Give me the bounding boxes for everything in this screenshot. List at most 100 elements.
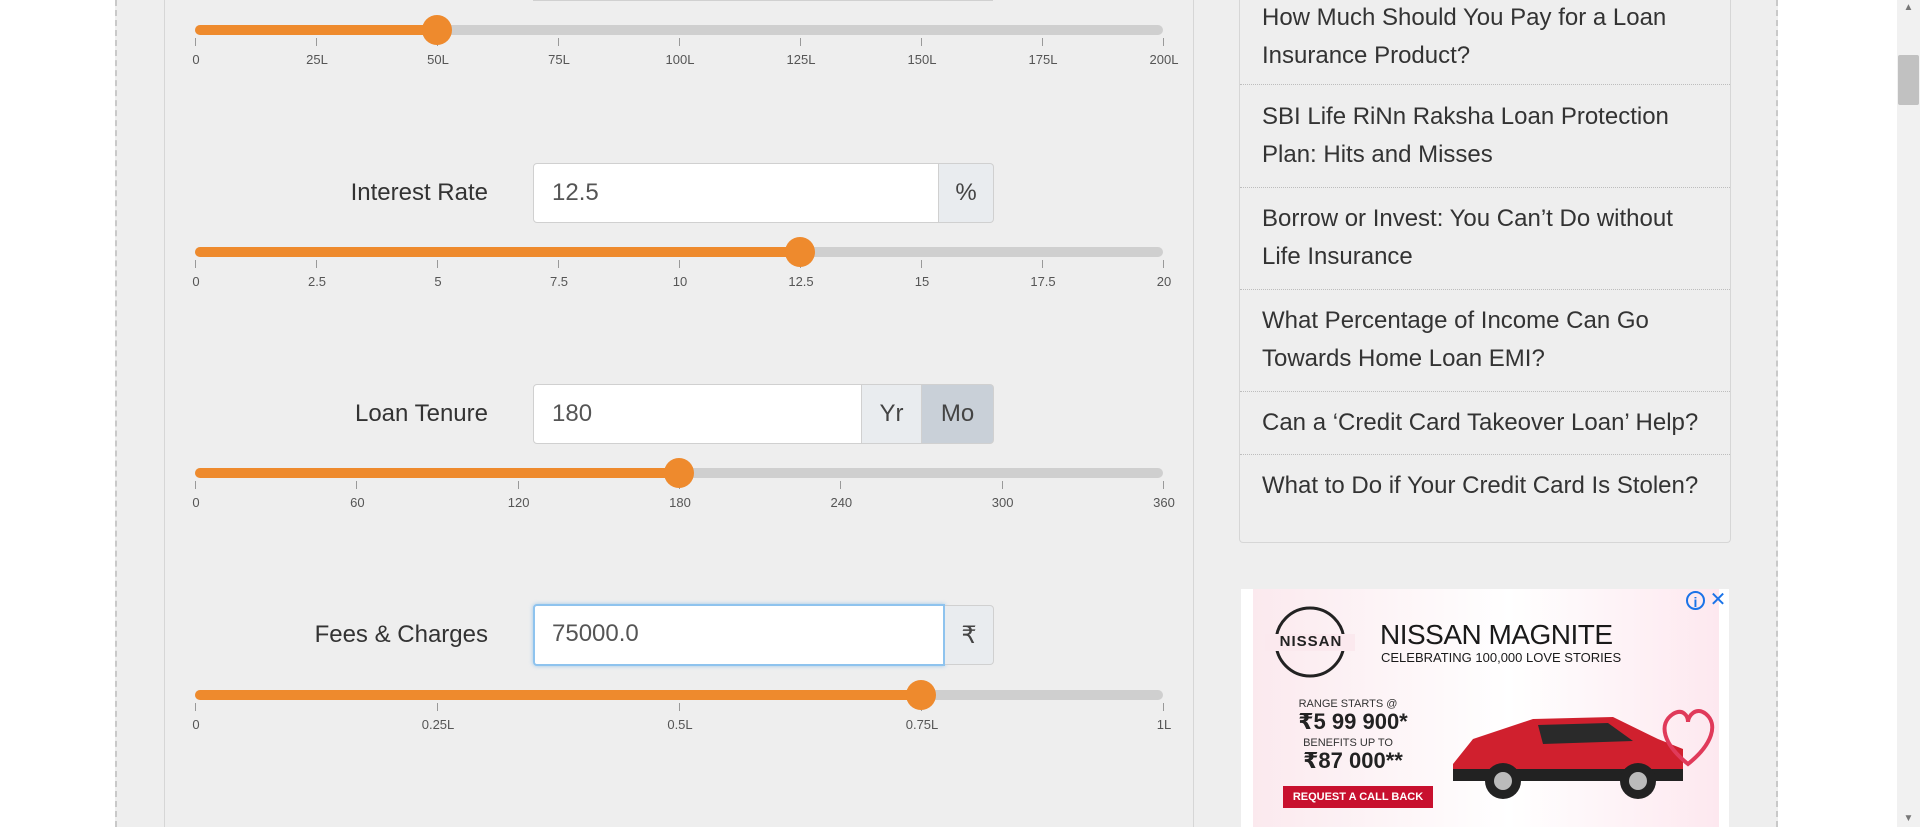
slider-tick-label: 20 [1156, 274, 1172, 289]
ad-price: ₹5 99 900* [1298, 709, 1408, 734]
slider-tick [316, 38, 317, 46]
slider-tick-label: 0 [192, 717, 200, 732]
scroll-down-icon[interactable]: ▼ [1897, 811, 1920, 827]
article-link[interactable]: How Much Should You Pay for a Loan Insur… [1240, 0, 1730, 85]
interest-rate-slider[interactable]: 0 2.5 5 7.5 10 12.5 15 17.5 20 [192, 227, 1171, 289]
slider-tick [195, 260, 196, 268]
loan-tenure-input-group: 180 Yr Mo [533, 384, 994, 444]
slider-tick-label: 25L [306, 52, 328, 67]
slider-tick-label: 75L [548, 52, 570, 67]
slider-tick-label: 150L [907, 52, 937, 67]
slider-tick-label: 125L [786, 52, 816, 67]
loan-tenure-input[interactable]: 180 [533, 384, 862, 444]
slider-tick [679, 260, 680, 268]
slider-tick [517, 481, 519, 489]
slider-tick-label: 120 [507, 495, 530, 510]
slider-tick-label: 1L [1156, 717, 1172, 732]
article-link[interactable]: SBI Life RiNn Raksha Loan Protection Pla… [1240, 86, 1730, 188]
ad-subtitle: CELEBRATING 100,000 LOVE STORIES [1381, 650, 1622, 665]
slider-fill [195, 468, 679, 478]
slider-tick [356, 481, 358, 489]
slider-tick [437, 703, 438, 711]
slider-fill [195, 247, 800, 257]
slider-tick-label: 15 [914, 274, 930, 289]
slider-fill [195, 25, 437, 35]
slider-tick [195, 703, 196, 711]
loan-amount-input-bottom-edge [533, 0, 993, 1]
slider-tick-label: 50L [427, 52, 449, 67]
fees-charges-slider[interactable]: 0 0.25L 0.5L 0.75L 1L [192, 670, 1171, 732]
ad-info-icon[interactable]: i [1686, 591, 1705, 610]
slider-tick [1042, 260, 1043, 268]
slider-tick-label: 180 [669, 495, 691, 510]
article-link[interactable]: What to Do if Your Credit Card Is Stolen… [1240, 455, 1730, 518]
slider-tick-label: 200L [1149, 52, 1179, 67]
ad-cta-button[interactable]: REQUEST A CALL BACK [1283, 786, 1433, 808]
slider-tick-label: 60 [350, 495, 365, 510]
rupee-addon: ₹ [945, 605, 994, 665]
slider-thumb[interactable] [785, 237, 815, 267]
slider-tick [558, 260, 559, 268]
slider-tick [679, 703, 680, 711]
slider-tick [1001, 481, 1003, 489]
interest-rate-input-group: 12.5 % [533, 163, 994, 223]
slider-tick-label: 300 [991, 495, 1014, 510]
car-image-icon [1453, 717, 1683, 799]
slider-tick-label: 10 [672, 274, 688, 289]
nissan-ad[interactable]: NISSAN NISSAN MAGNITE CELEBRATING 100,00… [1241, 589, 1729, 827]
slider-thumb[interactable] [906, 680, 936, 710]
slider-tick-label: 240 [830, 495, 853, 510]
ad-benefit: ₹87 000** [1303, 748, 1403, 773]
ad-close-icon[interactable]: ✕ [1708, 589, 1728, 611]
heart-decoration-icon [1662, 709, 1715, 767]
slider-tick-label: 0 [192, 274, 200, 289]
slider-fill [195, 690, 921, 700]
slider-tick [195, 38, 196, 46]
slider-tick-label: 7.5 [549, 274, 569, 289]
slider-tick-label: 0.75L [905, 717, 939, 732]
article-link[interactable]: What Percentage of Income Can Go Towards… [1240, 290, 1730, 392]
slider-tick [195, 481, 196, 489]
interest-rate-input[interactable]: 12.5 [533, 163, 939, 223]
slider-tick [1163, 703, 1164, 711]
fees-charges-input-group: 75000.0 ₹ [533, 604, 994, 666]
slider-tick-label: 0 [192, 52, 200, 67]
interest-rate-label: Interest Rate [350, 179, 488, 206]
slider-tick [1163, 38, 1164, 46]
slider-tick-label: 0.25L [421, 717, 455, 732]
slider-tick [800, 38, 801, 46]
slider-thumb[interactable] [664, 458, 694, 488]
article-link[interactable]: Can a ‘Credit Card Takeover Loan’ Help? [1240, 392, 1730, 455]
scrollbar-thumb[interactable] [1898, 55, 1919, 105]
slider-tick-label: 0 [192, 495, 200, 510]
slider-tick-label: 0.5L [667, 717, 693, 732]
loan-tenure-label: Loan Tenure [354, 400, 488, 427]
slider-tick [1163, 260, 1164, 268]
percent-addon: % [939, 163, 994, 223]
slider-tick [840, 481, 842, 489]
page-scrollbar[interactable] [1897, 0, 1920, 827]
fees-charges-label: Fees & Charges [314, 621, 488, 648]
tenure-year-toggle[interactable]: Yr [862, 384, 922, 444]
related-articles-box: How Much Should You Pay for a Loan Insur… [1239, 0, 1731, 543]
slider-tick-label: 360 [1153, 495, 1175, 510]
loan-amount-slider[interactable]: 0 25L 50L 75L 100L 125L 150L 175L 200L [192, 5, 1178, 67]
slider-tick [316, 260, 317, 268]
slider-tick-label: 2.5 [307, 274, 327, 289]
loan-tenure-slider[interactable]: 0 60 120 180 240 300 360 [192, 448, 1175, 510]
slider-tick-label: 5 [434, 274, 442, 289]
slider-tick [921, 38, 922, 46]
slider-tick [437, 260, 438, 268]
slider-thumb[interactable] [422, 15, 452, 45]
tenure-month-toggle[interactable]: Mo [922, 384, 994, 444]
ad-title: NISSAN MAGNITE [1380, 619, 1613, 650]
slider-tick [921, 260, 922, 268]
article-link[interactable]: Borrow or Invest: You Can’t Do without L… [1240, 188, 1730, 290]
ad-brand: NISSAN [1279, 633, 1343, 650]
ad-creative[interactable]: NISSAN NISSAN MAGNITE CELEBRATING 100,00… [1253, 589, 1719, 827]
slider-tick [1163, 481, 1164, 489]
scroll-up-icon[interactable]: ▲ [1897, 0, 1920, 16]
slider-tick [1042, 38, 1043, 46]
fees-charges-input[interactable]: 75000.0 [533, 604, 945, 666]
slider-tick [679, 38, 680, 46]
